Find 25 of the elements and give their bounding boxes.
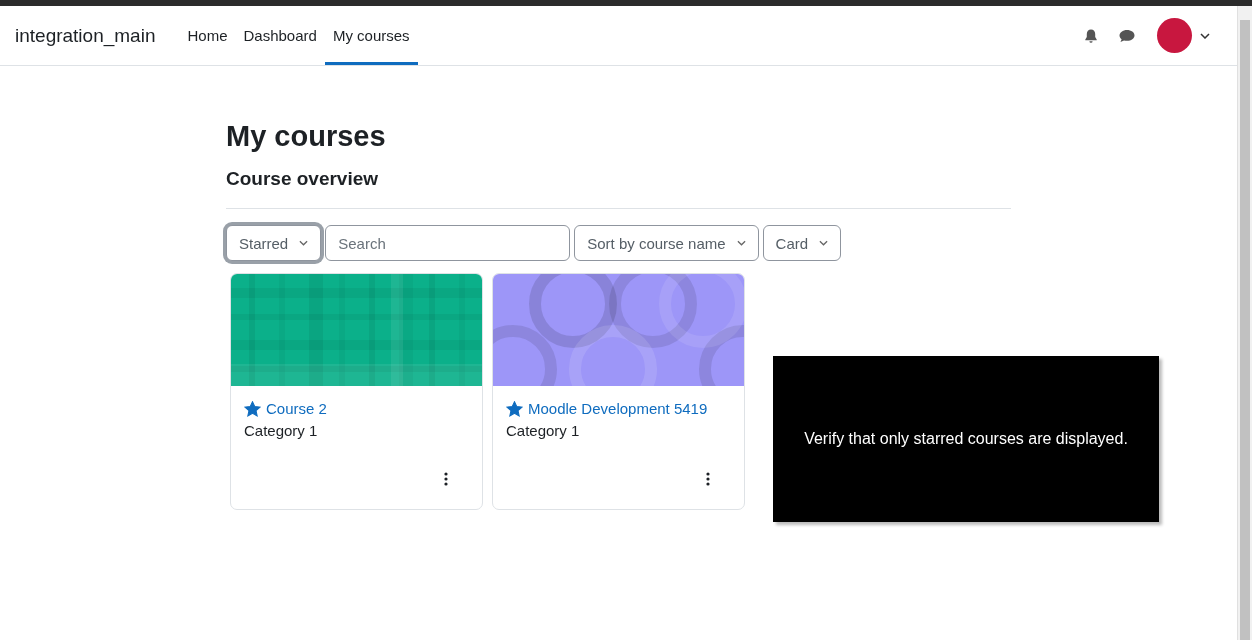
avatar[interactable] bbox=[1157, 18, 1192, 53]
course-category: Category 1 bbox=[244, 422, 319, 439]
search-field[interactable]: Search bbox=[325, 225, 571, 261]
caret-icon bbox=[736, 240, 746, 246]
course-link[interactable]: Course 2 bbox=[266, 400, 327, 417]
chat-icon[interactable] bbox=[1118, 27, 1136, 44]
caret-icon[interactable] bbox=[1200, 32, 1210, 39]
scrollbar[interactable] bbox=[1237, 6, 1252, 640]
more-options-icon[interactable] bbox=[444, 472, 448, 486]
nav-link[interactable]: Dashboard bbox=[235, 9, 325, 65]
overlay-message: Verify that only starred courses are displayed. bbox=[804, 430, 1128, 448]
caret-icon bbox=[819, 240, 829, 246]
course-category: Category 1 bbox=[506, 422, 581, 439]
nav-link[interactable]: My courses bbox=[324, 9, 418, 65]
bell-icon[interactable] bbox=[1083, 27, 1099, 44]
sort-dropdown[interactable]: Sort by course name bbox=[574, 225, 759, 261]
course-link[interactable]: Moodle Development 5419 bbox=[528, 400, 708, 417]
more-options-icon[interactable] bbox=[706, 472, 710, 486]
caret-icon bbox=[299, 240, 309, 246]
page-title: My courses bbox=[226, 119, 387, 154]
section-title: Course overview bbox=[226, 168, 380, 190]
grouping-dropdown[interactable]: Starred bbox=[226, 225, 322, 261]
nav-link[interactable]: Home bbox=[179, 9, 236, 65]
view-dropdown[interactable]: Card bbox=[762, 225, 842, 261]
site-name[interactable]: integration_main bbox=[15, 24, 156, 47]
